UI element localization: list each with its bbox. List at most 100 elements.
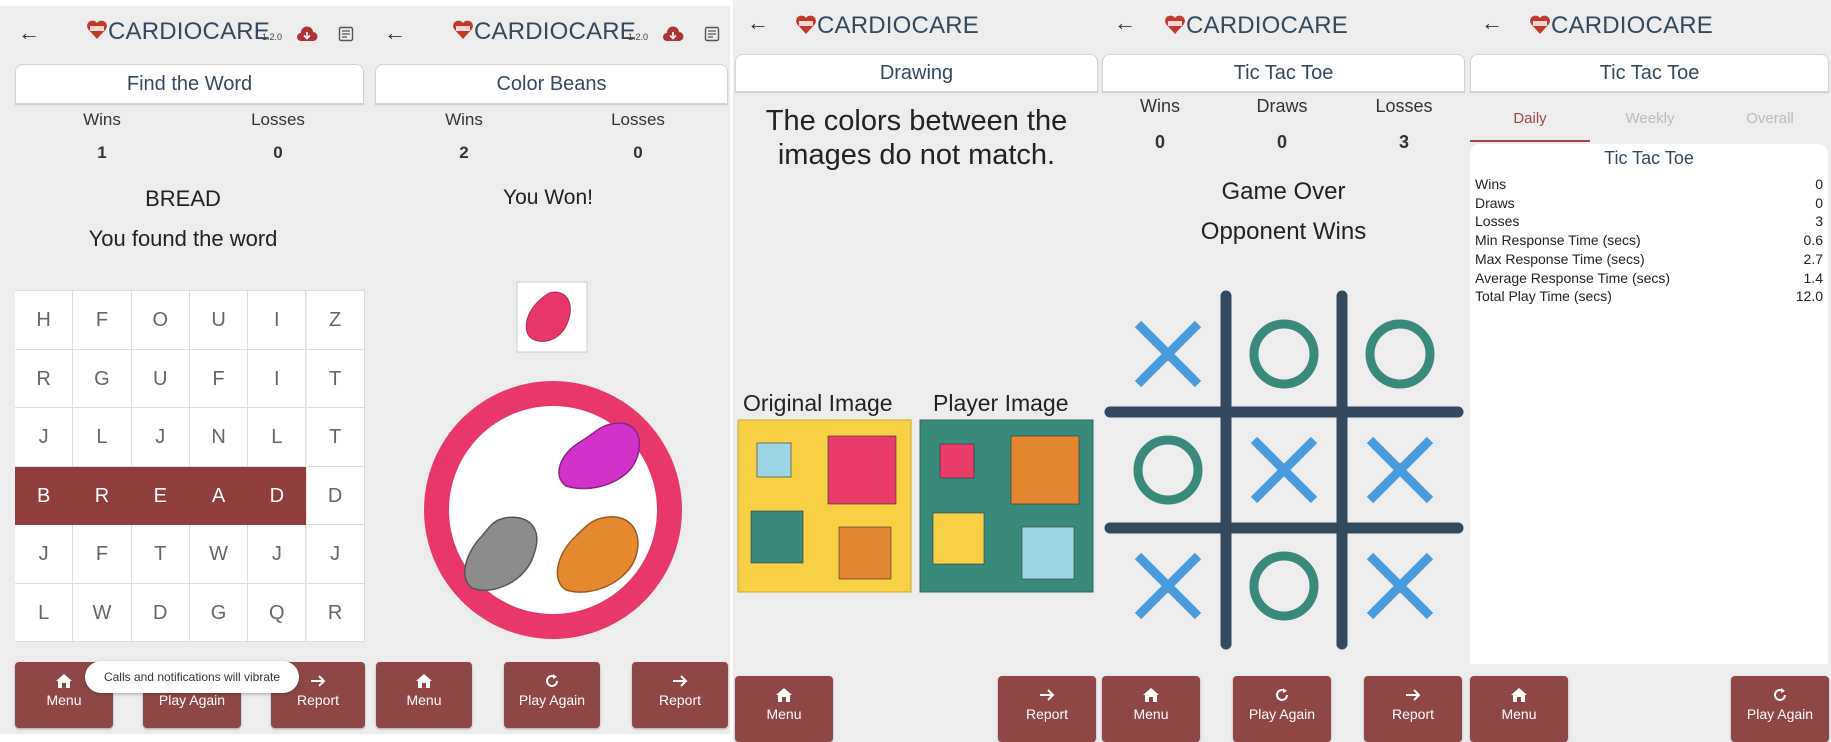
letter-cell[interactable]: D <box>248 466 307 525</box>
x-mark-icon[interactable] <box>1366 436 1434 504</box>
letter-cell[interactable]: Q <box>248 583 307 642</box>
report-button[interactable]: Report <box>998 676 1096 742</box>
menu-label: Menu <box>406 692 442 708</box>
letter-cell[interactable]: H <box>15 291 74 350</box>
home-icon <box>776 688 792 702</box>
o-mark-icon[interactable] <box>1249 319 1319 389</box>
o-mark-icon[interactable] <box>1365 319 1435 389</box>
letter-cell[interactable]: U <box>189 291 249 350</box>
letter-cell[interactable]: I <box>248 349 307 408</box>
x-mark-icon[interactable] <box>1250 436 1318 504</box>
letter-cell[interactable]: W <box>189 525 249 584</box>
letter-cell[interactable]: T <box>306 408 365 467</box>
tab-weekly[interactable]: Weekly <box>1590 100 1710 142</box>
tab-overall[interactable]: Overall <box>1710 100 1830 142</box>
stat-value: 0 <box>1815 176 1823 192</box>
stat-label: Losses <box>1475 213 1520 230</box>
play-again-label: Play Again <box>1746 706 1814 722</box>
tic-tac-toe-board[interactable] <box>1100 0 1467 742</box>
letter-cell[interactable]: B <box>15 466 74 525</box>
letter-cell[interactable]: L <box>248 408 307 467</box>
letter-cell[interactable]: E <box>131 466 190 525</box>
letter-cell[interactable]: T <box>306 349 365 408</box>
stat-value: 3 <box>1815 213 1823 230</box>
home-icon <box>1143 688 1159 702</box>
letter-cell[interactable]: N <box>189 408 249 467</box>
document-icon[interactable] <box>338 26 354 42</box>
play-again-label: Play Again <box>1248 706 1316 722</box>
o-mark-icon[interactable] <box>1133 435 1203 505</box>
stat-label: Total Play Time (secs) <box>1475 288 1612 305</box>
menu-label: Menu <box>1133 706 1169 722</box>
letter-cell[interactable]: D <box>306 466 365 525</box>
letter-cell[interactable]: J <box>131 408 190 467</box>
play-again-button[interactable]: Play Again <box>504 662 600 728</box>
o-mark-icon[interactable] <box>1249 551 1319 621</box>
x-mark-icon[interactable] <box>1134 320 1202 388</box>
notification-toast: Calls and notifications will vibrate <box>85 661 299 693</box>
cardiocare-logo-icon <box>1530 15 1550 34</box>
menu-button[interactable]: Menu <box>735 676 833 742</box>
letter-cell[interactable]: D <box>131 583 190 642</box>
report-button[interactable]: Report <box>1364 676 1462 742</box>
letter-cell[interactable]: F <box>189 349 249 408</box>
cardiocare-logo-icon <box>87 20 107 39</box>
menu-button[interactable]: Menu <box>1102 676 1200 742</box>
x-mark-icon[interactable] <box>1134 552 1202 620</box>
arrow-right-icon <box>673 675 688 687</box>
letter-cell[interactable]: R <box>15 349 74 408</box>
letter-cell[interactable]: G <box>189 583 249 642</box>
play-again-label: Play Again <box>518 692 586 708</box>
stat-value: 2.7 <box>1803 250 1823 267</box>
tab-daily[interactable]: Daily <box>1470 100 1590 142</box>
menu-button[interactable]: Menu <box>1470 676 1568 742</box>
stat-label: Draws <box>1475 194 1515 211</box>
app-header: ← CARDIOCARE <box>1467 0 1831 48</box>
stat-value: 0.6 <box>1803 232 1823 249</box>
letter-cell[interactable]: A <box>189 466 249 525</box>
report-label: Report <box>658 692 702 708</box>
letter-cell[interactable]: G <box>73 349 132 408</box>
letter-grid: HFOUIZRGUFITJLJNLTBREADDJFTWJJLWDGQR <box>15 290 365 642</box>
letter-cell[interactable]: J <box>306 525 365 584</box>
report-label: Report <box>296 692 340 708</box>
game-title: Tic Tac Toe <box>1470 54 1829 92</box>
play-again-button[interactable]: Play Again <box>1233 676 1331 742</box>
menu-button[interactable]: Menu <box>376 662 472 728</box>
letter-cell[interactable]: L <box>15 583 74 642</box>
stat-value: 1.4 <box>1803 269 1823 286</box>
letter-cell[interactable]: W <box>73 583 132 642</box>
letter-cell[interactable]: J <box>248 525 307 584</box>
letter-cell[interactable]: O <box>131 291 190 350</box>
letter-cell[interactable]: R <box>306 583 365 642</box>
panel-find-the-word: ← CARDIOCARE 1.2.0 Find the Word Wins Lo… <box>0 6 366 734</box>
play-again-button[interactable]: Play Again <box>1731 676 1829 742</box>
back-arrow-icon[interactable]: ← <box>1481 10 1503 36</box>
x-mark-icon[interactable] <box>1366 552 1434 620</box>
stats-tabs: Daily Weekly Overall <box>1467 100 1831 142</box>
letter-cell[interactable]: I <box>248 291 307 350</box>
letter-cell[interactable]: J <box>15 525 74 584</box>
back-arrow-icon[interactable]: ← <box>18 20 40 46</box>
stat-value: 12.0 <box>1795 288 1823 305</box>
letter-cell[interactable]: R <box>73 466 132 525</box>
losses-value: 0 <box>273 143 283 162</box>
stats-card: Tic Tac Toe Wins 0 Draws 0 Losses 3 Min Respon… <box>1470 144 1828 664</box>
letter-cell[interactable]: F <box>73 525 132 584</box>
letter-cell[interactable]: L <box>73 408 132 467</box>
result-message: You found the word <box>88 226 278 251</box>
letter-cell[interactable]: U <box>131 349 190 408</box>
letter-cell[interactable]: Z <box>306 291 365 350</box>
letter-cell[interactable]: J <box>15 408 74 467</box>
letter-cell[interactable]: F <box>73 291 132 350</box>
cloud-download-icon[interactable] <box>296 26 318 42</box>
letter-cell[interactable]: T <box>131 525 190 584</box>
wins-label: Wins <box>83 110 121 129</box>
stat-row: Total Play Time (secs) 12.0 <box>1475 288 1823 307</box>
panel-tic-tac-toe: ← CARDIOCARE Tic Tac Toe Wins Draws Loss… <box>1100 0 1467 742</box>
home-icon <box>56 674 72 688</box>
losses-label: Losses <box>251 110 305 129</box>
stat-label: Min Response Time (secs) <box>1475 232 1641 249</box>
wins-value: 1 <box>97 143 107 162</box>
report-button[interactable]: Report <box>632 662 728 728</box>
